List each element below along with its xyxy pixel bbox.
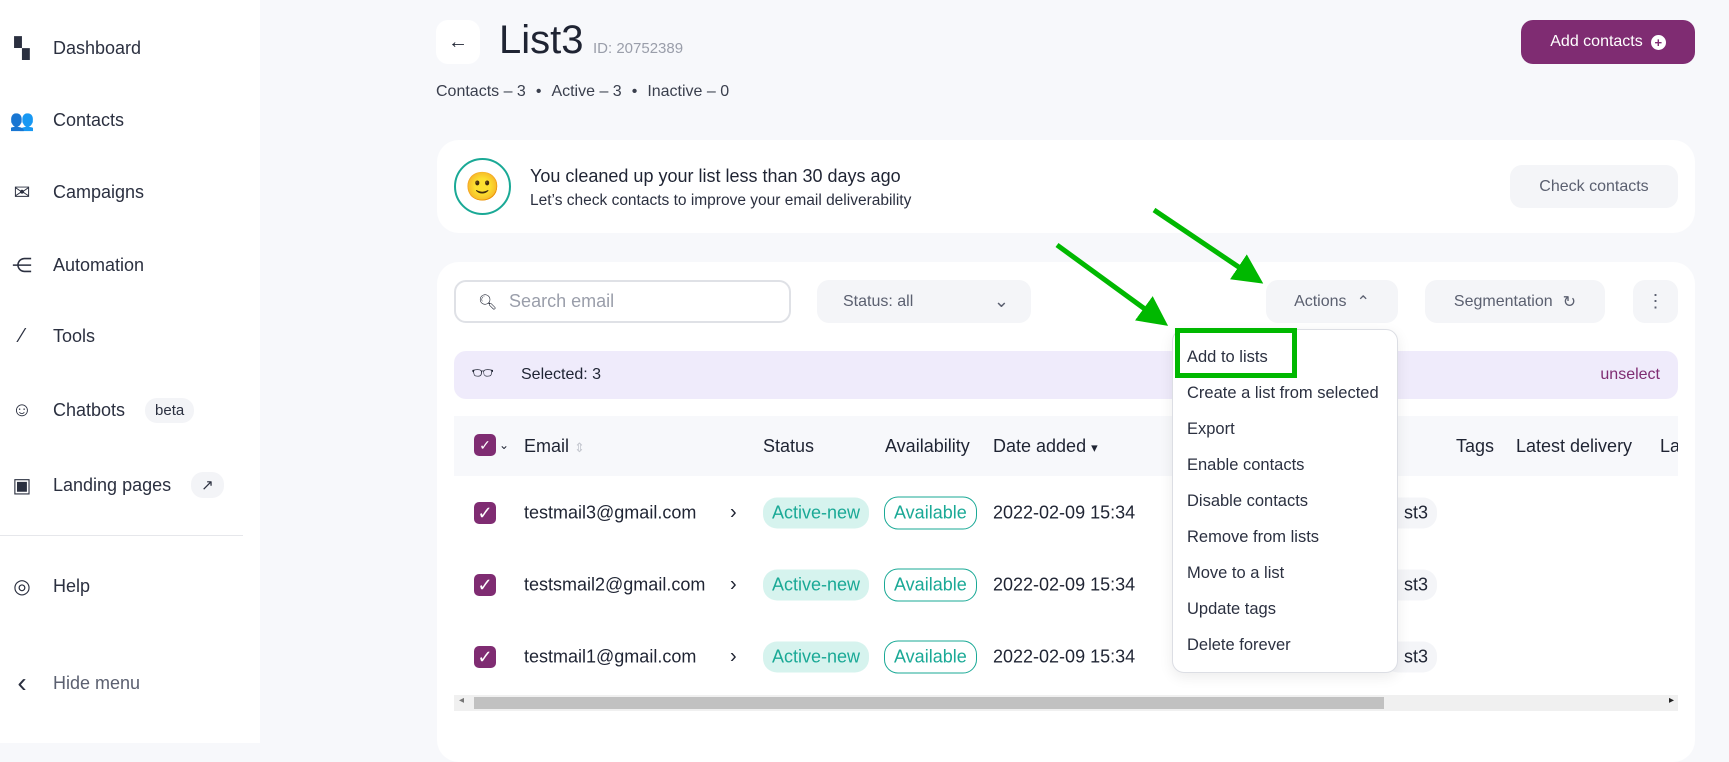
annotation-arrows [1055,207,1264,326]
arrow-to-menu-item [1055,242,1169,326]
arrow-to-actions [1152,207,1264,284]
